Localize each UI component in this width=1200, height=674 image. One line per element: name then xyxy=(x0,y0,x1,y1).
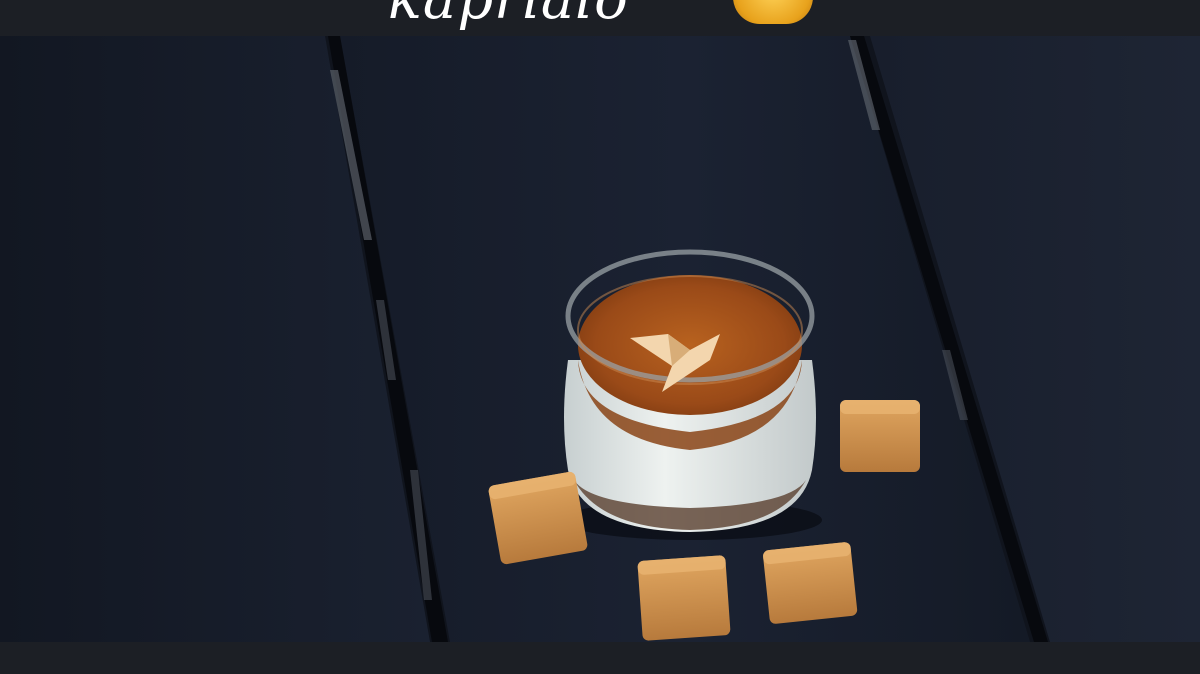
caramel-cube-bottom-right xyxy=(763,542,858,624)
caption-text: kaprialo xyxy=(388,0,629,30)
caramel-cube-bottom-left xyxy=(637,555,731,641)
caramel-cube-left xyxy=(488,471,588,565)
top-caption-bar: kaprialo xyxy=(0,0,1200,36)
bottom-bar xyxy=(0,642,1200,674)
dessert-photo xyxy=(0,36,1200,642)
caramel-cube-right xyxy=(840,400,920,472)
grinning-face-icon xyxy=(733,0,813,24)
